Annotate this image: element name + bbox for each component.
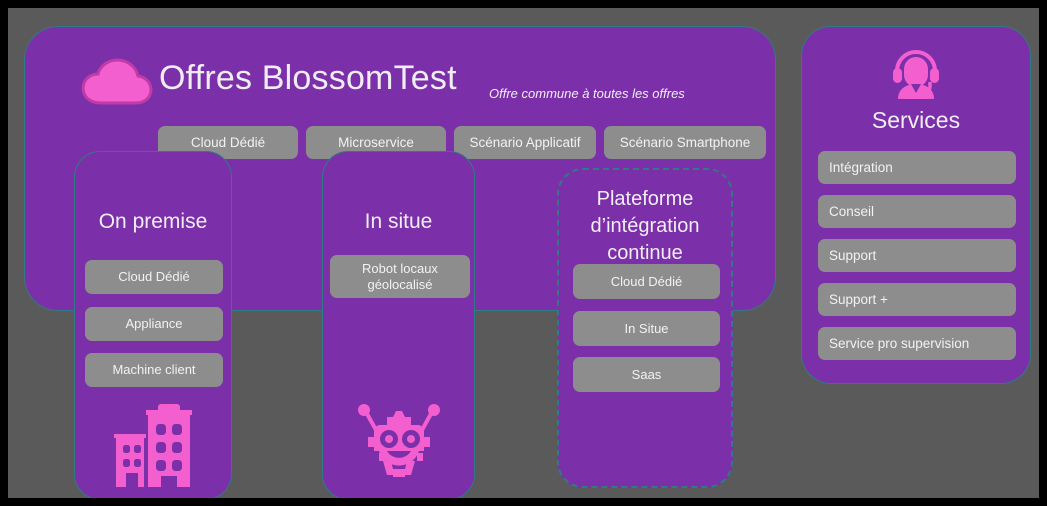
column-plateforme-integration-continue[interactable]: Plateforme d’intégration continue Cloud … (557, 168, 733, 488)
on-premise-item-cloud-dedie[interactable]: Cloud Dédié (85, 260, 223, 294)
service-item-conseil[interactable]: Conseil (818, 195, 1016, 228)
plateforme-item-saas[interactable]: Saas (573, 357, 720, 392)
on-premise-item-appliance[interactable]: Appliance (85, 307, 223, 341)
plateforme-item-cloud-dedie[interactable]: Cloud Dédié (573, 264, 720, 299)
headset-support-icon (889, 45, 943, 99)
column-on-premise[interactable]: On premise Cloud Dédié Appliance Machine… (74, 151, 232, 498)
service-item-support[interactable]: Support (818, 239, 1016, 272)
on-premise-item-machine-client[interactable]: Machine client (85, 353, 223, 387)
in-situe-item-robot-locaux[interactable]: Robot locaux géolocalisé (330, 255, 470, 298)
services-title: Services (871, 107, 961, 133)
cloud-icon (81, 55, 153, 107)
robot-icon (353, 403, 445, 479)
chip-scenario-smartphone[interactable]: Scénario Smartphone (604, 126, 766, 159)
column-title-in-situe: In situe (364, 210, 433, 233)
page-subtitle: Offre commune à toutes les offres (489, 86, 685, 101)
service-item-service-pro-supervision[interactable]: Service pro supervision (818, 327, 1016, 360)
column-in-situe[interactable]: In situe Robot locaux géolocalisé (322, 151, 475, 498)
service-item-support-plus[interactable]: Support + (818, 283, 1016, 316)
page-title: Offres BlossomTest (159, 59, 457, 97)
services-panel[interactable]: Services Intégration Conseil Support Sup… (801, 26, 1031, 384)
building-icon (112, 402, 194, 487)
chip-scenario-applicatif[interactable]: Scénario Applicatif (454, 126, 596, 159)
column-title-plateforme: Plateforme d’intégration continue (590, 188, 700, 264)
service-item-integration[interactable]: Intégration (818, 151, 1016, 184)
slide-frame: Offres BlossomTest Offre commune à toute… (8, 8, 1039, 498)
plateforme-item-in-situe[interactable]: In Situe (573, 311, 720, 346)
column-title-on-premise: On premise (98, 210, 208, 233)
